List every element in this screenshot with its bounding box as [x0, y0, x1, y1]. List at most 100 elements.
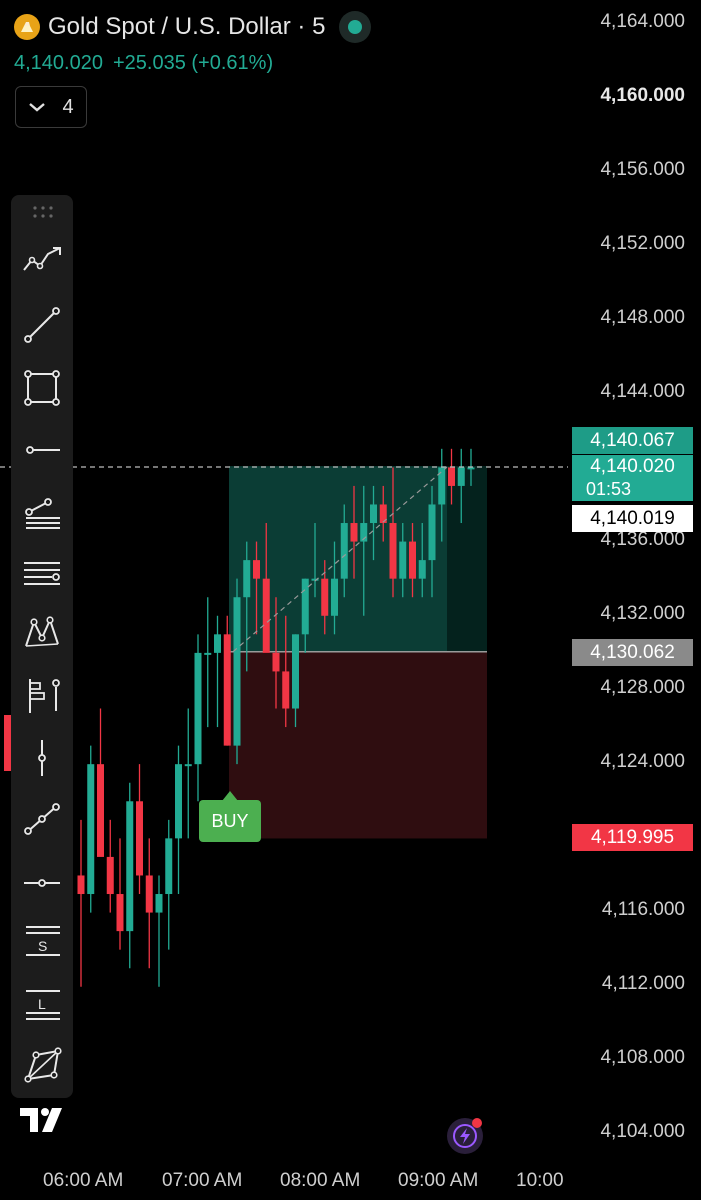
indicator-count: 4: [62, 95, 74, 118]
tool-rectangle-tool-button[interactable]: [17, 363, 67, 413]
tool-abcd-pattern-button[interactable]: [17, 1042, 67, 1092]
tool-vertical-line-button[interactable]: [17, 733, 67, 783]
price-axis-label: 4,104.000: [600, 1121, 685, 1142]
candle-body: [87, 764, 95, 895]
candle-body: [145, 875, 153, 913]
candle-body: [272, 652, 280, 672]
time-axis-label: 06:00 AM: [43, 1170, 124, 1191]
symbol-header[interactable]: Gold Spot / U.S. Dollar · 5: [14, 10, 372, 44]
tool-ruler-tool-button[interactable]: [17, 794, 67, 844]
tool-long-position-button[interactable]: L: [17, 980, 67, 1030]
candle-body: [136, 801, 143, 876]
candle-body: [175, 764, 182, 839]
candle: [116, 838, 124, 950]
abcd-pattern-icon: [24, 1047, 62, 1083]
candle: [233, 578, 241, 765]
chevron-down-icon: [29, 103, 46, 112]
price-axis-label: 4,156.000: [600, 159, 685, 180]
candle-body: [370, 504, 377, 524]
cursor-price-tag: 4,140.019: [572, 505, 693, 532]
candle: [87, 745, 95, 913]
candle-body: [233, 597, 241, 746]
candle-body: [448, 467, 455, 486]
candle-body: [340, 523, 348, 579]
horizontal-ray-icon: [26, 446, 60, 454]
candle: [145, 838, 153, 969]
time-axis-label: 09:00 AM: [398, 1170, 479, 1191]
time-axis-label: 08:00 AM: [280, 1170, 361, 1191]
svg-text:S: S: [38, 938, 47, 954]
candle-body: [457, 467, 465, 486]
pattern-tool-icon: [25, 616, 59, 647]
ruler-tool-icon: [24, 803, 60, 835]
candle: [136, 764, 143, 895]
indicators-toggle-button[interactable]: 4: [15, 86, 87, 128]
candle: [126, 782, 134, 969]
candle-body: [350, 523, 358, 542]
candle-body: [321, 578, 329, 616]
rectangle-tool-icon: [24, 370, 60, 406]
candle-body: [194, 652, 202, 765]
price-summary: 4,140.020 +25.035 (+0.61%): [14, 52, 273, 75]
candle: [97, 708, 104, 857]
price-axis-label: 4,108.000: [600, 1047, 685, 1068]
tool-prediction-tool-button[interactable]: [17, 670, 67, 720]
entry-price-tag: 4,130.062: [572, 639, 693, 666]
candle-body: [389, 523, 397, 579]
tool-trend-line-tools-button[interactable]: [17, 237, 67, 287]
buy-label[interactable]: BUY: [199, 800, 261, 842]
candle: [77, 819, 85, 987]
candle: [204, 597, 212, 728]
tradingview-logo[interactable]: [18, 1104, 70, 1136]
candle: [165, 819, 173, 950]
market-status-icon[interactable]: [339, 11, 372, 43]
notification-dot: [472, 1118, 482, 1128]
line-tool-icon: [24, 307, 60, 343]
candle-body: [418, 560, 426, 579]
tool-parallel-lines-button[interactable]: [17, 548, 67, 598]
candle-body: [106, 856, 114, 895]
candle-body: [126, 801, 134, 932]
loss-zone: [229, 651, 487, 839]
fib-retracement-icon: [25, 498, 60, 529]
tool-pattern-tool-button[interactable]: [17, 609, 67, 659]
price-axis-label: 4,136.000: [600, 529, 685, 550]
current-price-value: 4,140.020: [590, 456, 675, 477]
price-axis-label: 4,112.000: [601, 973, 685, 994]
drag-handle-icon[interactable]: [32, 205, 54, 221]
tool-line-tool-button[interactable]: [17, 300, 67, 350]
candle: [214, 615, 221, 728]
symbol-title[interactable]: Gold Spot / U.S. Dollar · 5: [48, 13, 325, 41]
current-price-tag: 4,140.020 01:53: [572, 455, 693, 501]
trend-line-tools-icon: [23, 247, 61, 271]
stop-price-tag: 4,119.995: [572, 824, 693, 851]
candle-body: [253, 560, 260, 579]
profit-zone-progress: [447, 466, 487, 652]
candle: [155, 875, 163, 987]
candle-body: [204, 652, 212, 655]
tool-fib-retracement-button[interactable]: [17, 489, 67, 539]
candle-body: [184, 764, 192, 767]
price-axis-label: 4,132.000: [600, 603, 685, 624]
candle-body: [409, 541, 416, 579]
candle-body: [301, 578, 309, 635]
candle-body: [214, 634, 221, 653]
price-chart[interactable]: [0, 0, 701, 1200]
candle-body: [243, 560, 251, 598]
price-axis-label: 4,148.000: [600, 307, 685, 328]
tool-horizontal-line-button[interactable]: [17, 858, 67, 908]
candle: [175, 745, 182, 895]
candle-body: [331, 578, 338, 616]
candle-body: [292, 634, 299, 709]
candle-body: [467, 467, 475, 470]
bar-countdown: 01:53: [586, 479, 632, 499]
price-axis-label: 4,152.000: [600, 233, 685, 254]
horizontal-line-icon: [24, 879, 60, 887]
parallel-lines-icon: [24, 562, 60, 585]
tool-horizontal-ray-button[interactable]: [17, 425, 67, 475]
candle: [194, 634, 202, 802]
candle: [184, 708, 192, 839]
price-axis-label: 4,128.000: [600, 677, 685, 698]
tool-short-position-button[interactable]: S: [17, 916, 67, 966]
offscreen-candle-edge: [4, 715, 11, 771]
